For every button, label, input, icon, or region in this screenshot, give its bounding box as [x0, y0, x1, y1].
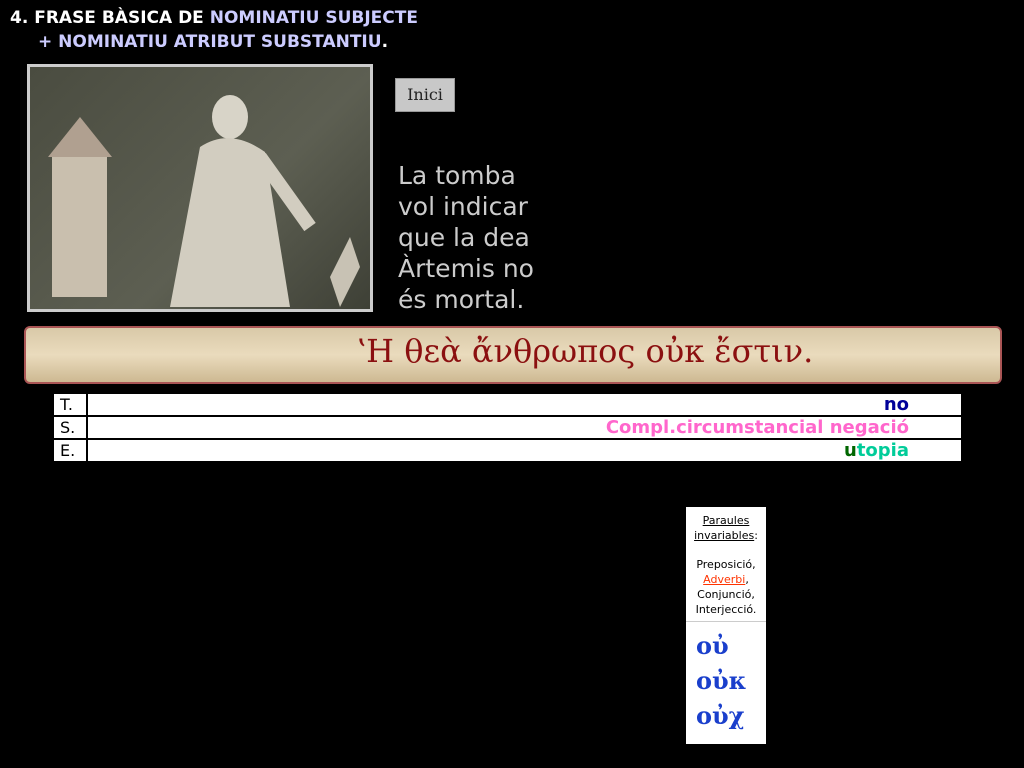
box-heading2: invariables: [694, 529, 755, 542]
row-value: Compl.circumstancial negació: [86, 415, 963, 440]
inici-button[interactable]: Inici: [395, 78, 455, 112]
greek-sentence-scroll: ʽΗ θεὰ ἄνθρωπος οὐκ ἔστιν.: [24, 326, 1002, 384]
row-key: T.: [52, 392, 88, 417]
title-dot: .: [381, 32, 389, 52]
table-row: S. Compl.circumstancial negació: [52, 415, 963, 440]
title-line2: + NOMINATIU ATRIBUT SUBSTANTIU: [38, 32, 382, 52]
value-first-letter: u: [844, 440, 857, 461]
greek-sentence: ʽΗ θεὰ ἄνθρωπος οὐκ ἔστιν.: [356, 332, 814, 370]
item-conjuncio: Conjunció,: [697, 588, 755, 601]
invariable-words-box: Paraules invariables: Preposició, Adverb…: [686, 507, 766, 744]
slide-title: 4. FRASE BÀSICA DE NOMINATIU SUBJECTE + …: [10, 6, 418, 54]
greek-ouch: οὐχ: [696, 701, 745, 730]
table-row: E. utopia: [52, 438, 963, 463]
greek-negations: οὐ οὐκ οὐχ: [686, 621, 766, 733]
row-key: E.: [52, 438, 88, 463]
greek-ou: οὐ: [696, 631, 729, 660]
row-value: no: [86, 392, 963, 417]
title-highlight: NOMINATIU SUBJECTE: [209, 8, 418, 28]
analysis-table: T. no S. Compl.circumstancial negació E. ut…: [52, 392, 963, 463]
item-interjeccio: Interjecció.: [695, 603, 757, 616]
artemis-statue-image: [27, 64, 373, 312]
title-prefix: 4. FRASE BÀSICA DE: [10, 8, 210, 28]
row-value: utopia: [86, 438, 963, 463]
item-adverbi: Adverbi: [703, 573, 746, 586]
statue-illustration: [48, 95, 360, 307]
item-preposicio: Preposició,: [696, 558, 756, 571]
row-key: S.: [52, 415, 88, 440]
explanation-text: La tomba vol indicar que la dea Àrtemis …: [398, 161, 534, 314]
box-heading1: Paraules: [702, 514, 750, 527]
item-comma: ,: [745, 573, 749, 586]
value-rest: topia: [856, 440, 909, 461]
greek-ouk: οὐκ: [696, 666, 747, 695]
table-row: T. no: [52, 392, 963, 417]
box-colon: :: [754, 529, 758, 542]
